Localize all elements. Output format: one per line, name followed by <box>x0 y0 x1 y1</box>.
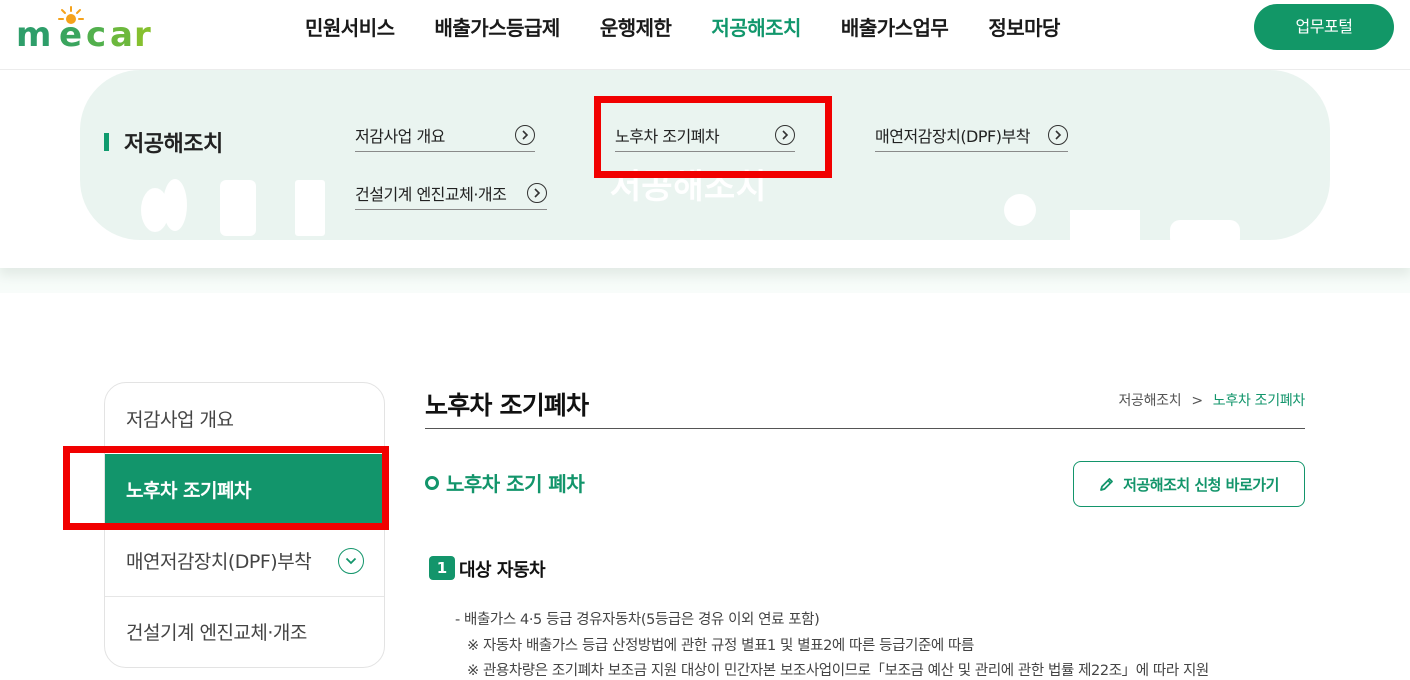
svg-text:c: c <box>86 15 106 54</box>
bullet-ring-icon <box>425 475 439 490</box>
sidebar-item-early-scrappage[interactable]: 노후차 조기폐차 <box>105 454 384 525</box>
mega-link-label: 매연저감장치(DPF)부착 <box>875 126 1030 146</box>
chevron-right-icon <box>515 124 535 145</box>
chevron-right-icon <box>1048 124 1068 145</box>
sidebar-item-engine-replacement[interactable]: 건설기계 엔진교체·개조 <box>105 596 384 667</box>
nav-driving-restriction[interactable]: 운행제한 <box>580 0 692 56</box>
breadcrumb-current: 노후차 조기폐차 <box>1212 393 1306 409</box>
decorative-band <box>0 268 1410 293</box>
mega-link-label: 건설기계 엔진교체·개조 <box>355 184 507 204</box>
svg-text:r: r <box>134 15 151 54</box>
content-note: ※ 자동차 배출가스 등급 산정방법에 관한 규정 별표1 및 별표2에 따른 … <box>467 638 974 654</box>
nav-low-emission-measures[interactable]: 저공해조치 <box>691 0 821 56</box>
mega-menu-panel: 저공해조치 저공해조치 저감사업 개요 노후차 조기폐차 매연저감장치(DPF)… <box>0 70 1410 268</box>
item-number-badge: 1 <box>429 556 455 580</box>
breadcrumb-separator: > <box>1191 393 1203 409</box>
section-title: 노후차 조기 폐차 <box>425 468 585 497</box>
chevron-down-icon[interactable] <box>338 547 364 574</box>
mega-link-engine-replacement[interactable]: 건설기계 엔진교체·개조 <box>355 176 547 210</box>
site-header: m e c a r 민원서비스 배출가스등급제 운행제한 저공해조치 배출가스업… <box>0 0 1410 70</box>
svg-text:a: a <box>110 15 133 54</box>
content-line: - 배출가스 4·5 등급 경유자동차(5등급은 경유 이외 연료 포함) <box>455 612 820 628</box>
nav-emission-grade[interactable]: 배출가스등급제 <box>415 0 580 56</box>
item-title: 대상 자동차 <box>459 560 546 581</box>
breadcrumb-parent[interactable]: 저공해조치 <box>1118 393 1181 409</box>
svg-text:m: m <box>16 15 51 54</box>
sidebar-item-dpf[interactable]: 매연저감장치(DPF)부착 <box>105 525 384 596</box>
apply-shortcut-button[interactable]: 저공해조치 신청 바로가기 <box>1073 461 1305 507</box>
breadcrumb: 저공해조치 > 노후차 조기폐차 <box>1118 390 1305 410</box>
nav-civil-service[interactable]: 민원서비스 <box>285 0 415 56</box>
sidebar-item-project-overview[interactable]: 저감사업 개요 <box>105 383 384 454</box>
work-portal-button[interactable]: 업무포털 <box>1254 4 1394 50</box>
page-title: 노후차 조기폐차 <box>425 391 589 420</box>
mega-link-label: 노후차 조기폐차 <box>615 126 720 146</box>
mecar-logo[interactable]: m e c a r <box>14 6 164 54</box>
sidebar-menu: 저감사업 개요 노후차 조기폐차 매연저감장치(DPF)부착 건설기계 엔진교체… <box>104 382 385 668</box>
mega-link-project-overview[interactable]: 저감사업 개요 <box>355 118 535 152</box>
svg-text:저공해조치: 저공해조치 <box>610 167 766 207</box>
nav-info-plaza[interactable]: 정보마당 <box>968 0 1080 56</box>
chevron-right-icon <box>775 124 795 145</box>
pencil-icon <box>1100 478 1114 491</box>
nav-emission-tasks[interactable]: 배출가스업무 <box>821 0 968 56</box>
mega-link-early-scrappage[interactable]: 노후차 조기폐차 <box>615 118 795 152</box>
mega-menu-title: 저공해조치 <box>124 132 223 157</box>
mega-menu-background-illustration: 저공해조치 <box>80 70 1330 248</box>
main-navigation: 민원서비스 배출가스등급제 운행제한 저공해조치 배출가스업무 정보마당 <box>285 0 1080 56</box>
title-divider <box>425 428 1305 429</box>
mega-link-dpf[interactable]: 매연저감장치(DPF)부착 <box>875 118 1068 152</box>
content-note: ※ 관용차량은 조기폐차 보조금 지원 대상이 민간자본 보조사업이므로「보조금… <box>467 663 1209 679</box>
chevron-right-icon <box>527 182 547 203</box>
mega-link-label: 저감사업 개요 <box>355 126 445 146</box>
